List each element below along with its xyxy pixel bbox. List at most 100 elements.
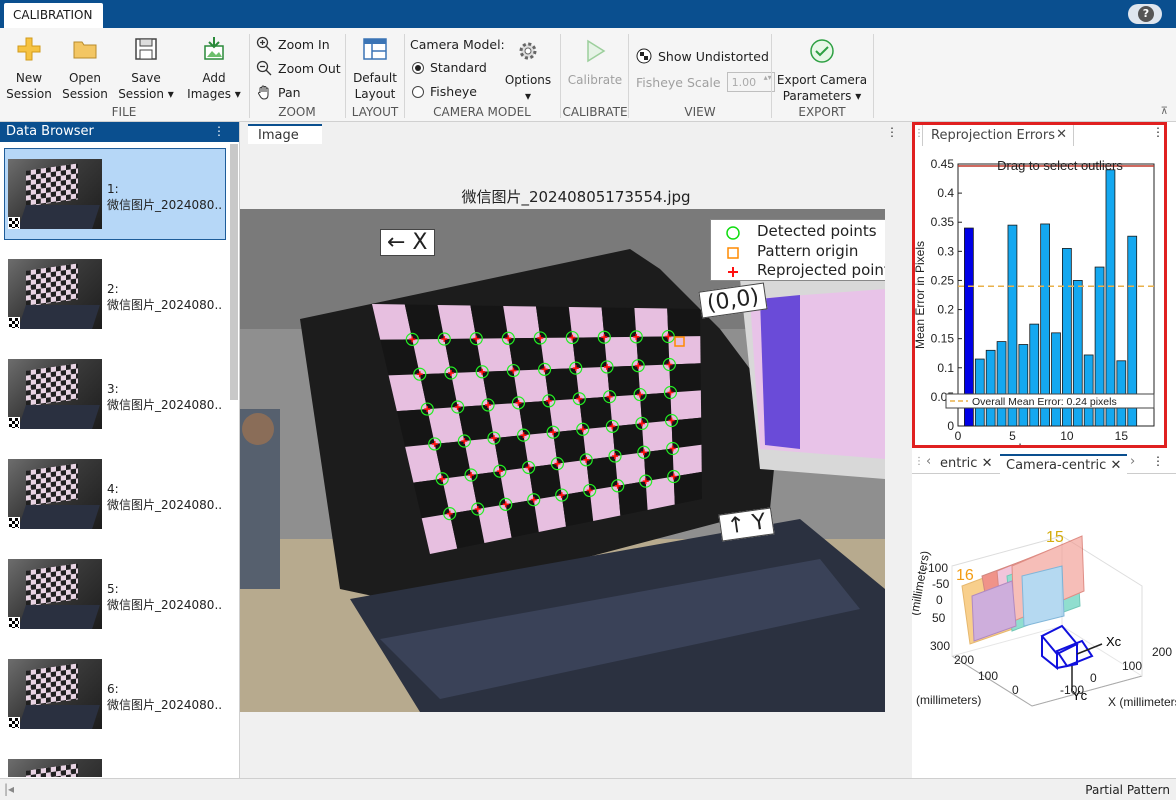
section-export: EXPORT <box>798 105 846 119</box>
thumbnail-label: 2: 微信图片_2024080... <box>107 281 223 313</box>
thumbnail-screen <box>26 663 78 707</box>
close-icon[interactable]: ✕ <box>982 456 993 471</box>
chevron-left-icon[interactable]: ‹ <box>926 454 931 469</box>
thumbnail-keyboard <box>18 205 100 229</box>
close-icon[interactable]: ✕ <box>1110 458 1121 473</box>
plus-icon <box>17 37 41 61</box>
data-browser-title: Data Browser <box>6 124 94 139</box>
help-button[interactable]: ? <box>1128 4 1162 24</box>
legend-origin: Pattern origin <box>757 242 859 260</box>
y-axis-label: Mean Error in Pixels <box>913 241 927 349</box>
collapse-left-icon[interactable]: |◂ <box>4 782 14 796</box>
close-icon[interactable]: ✕ <box>1056 127 1067 142</box>
x-axis-label: Images <box>1018 441 1057 448</box>
camera-centric-3d-plot[interactable]: Xc Yc 16 15 -100 -50 0 50 300 200 100 0 … <box>912 476 1176 776</box>
thumbnail-filename: 微信图片_2024080... <box>107 198 223 212</box>
radio-standard[interactable]: Standard <box>412 60 487 75</box>
tab-calibration[interactable]: CALIBRATION <box>4 3 103 28</box>
more-options-icon[interactable]: ⋮ <box>213 124 225 138</box>
thumbnail-screen <box>26 463 78 507</box>
thumbnail-item[interactable]: 6: 微信图片_2024080... <box>4 648 226 740</box>
thumbnail-filename: 微信图片_2024080... <box>107 598 223 612</box>
tick-z: 200 <box>954 653 974 667</box>
zoom-out-button[interactable]: Zoom Out <box>256 60 341 76</box>
default-layout-button[interactable]: Default Layout <box>350 36 400 102</box>
chevron-right-icon[interactable]: › <box>1130 454 1135 469</box>
thumbnail-item[interactable]: 5: 微信图片_2024080... <box>4 548 226 640</box>
plus-marker-icon <box>728 267 738 277</box>
save-session-button[interactable]: Save Session ▾ <box>116 36 176 102</box>
checker-square <box>536 306 573 338</box>
thumbnail-item[interactable]: 4: 微信图片_2024080... <box>4 448 226 540</box>
radio-fisheye-dot[interactable] <box>412 85 424 98</box>
section-zoom: ZOOM <box>278 105 316 119</box>
fisheye-scale-input[interactable]: 1.00 <box>726 72 775 92</box>
new-session-button[interactable]: New Session <box>6 36 52 102</box>
scrollbar[interactable] <box>230 144 238 400</box>
checker-square <box>673 471 702 505</box>
open-session-button[interactable]: Open Session <box>60 36 110 102</box>
more-options-icon[interactable]: ⋮ <box>1152 454 1164 468</box>
more-options-icon[interactable]: ⋮ <box>886 125 898 139</box>
tab-pattern-centric[interactable]: entric ✕ <box>934 454 999 474</box>
checker-icon <box>636 48 652 64</box>
drag-handle-icon[interactable]: ⋮ <box>914 456 924 467</box>
radio-standard-dot[interactable] <box>412 61 424 74</box>
checker-square <box>568 307 605 338</box>
zoom-out-label: Zoom Out <box>278 60 341 76</box>
thumbnail-keyboard <box>18 605 100 629</box>
thumbnail-item[interactable]: 1: 微信图片_2024080... <box>4 148 226 240</box>
pattern-badge-icon <box>8 317 20 329</box>
more-options-icon[interactable]: ⋮ <box>1152 125 1164 139</box>
tab-reprojection-errors[interactable]: Reprojection Errors ✕ <box>922 124 1074 146</box>
add-images-button[interactable]: Add Images ▾ <box>184 36 244 102</box>
add-images-label-2: Images ▾ <box>187 87 241 101</box>
error-bar <box>996 341 1007 427</box>
thumbnail-index: 6: <box>107 682 119 696</box>
xc-axis-label: Xc <box>1106 634 1122 649</box>
legend-detected: Detected points <box>757 222 877 240</box>
zoom-in-button[interactable]: Zoom In <box>256 36 330 52</box>
export-camera-parameters-button[interactable]: Export Camera Parameters ▾ <box>776 38 868 104</box>
legend-reprojected: Reprojected points <box>757 261 885 279</box>
radio-fisheye[interactable]: Fisheye <box>412 84 477 99</box>
options-button[interactable]: Options ▾ <box>502 38 554 104</box>
tab-camera-centric[interactable]: Camera-centric ✕ <box>1000 454 1128 474</box>
ribbon: New Session Open Session Save Session ▾ … <box>0 28 1176 122</box>
show-undistorted-button[interactable]: Show Undistorted <box>636 48 769 64</box>
status-text: Partial Pattern <box>1085 783 1170 797</box>
calibration-image[interactable]: Detected points Pattern origin Reproject… <box>240 209 885 712</box>
thumbnail-item[interactable]: 2: 微信图片_2024080... <box>4 248 226 340</box>
error-bar <box>985 349 996 427</box>
question-icon: ? <box>1138 6 1154 22</box>
error-bar <box>1029 323 1040 427</box>
thumbnail-item[interactable] <box>4 748 226 778</box>
thumbnail-label: 1: 微信图片_2024080... <box>107 181 223 213</box>
thumbnail-screen <box>26 563 78 607</box>
reprojection-chart[interactable]: 00.050.10.150.20.250.30.350.40.450 5 10 15D… <box>912 148 1176 448</box>
tab-image[interactable]: Image <box>248 124 322 144</box>
save-disk-icon <box>135 38 157 60</box>
divider <box>873 34 874 118</box>
thumbnail-item[interactable]: 3: 微信图片_2024080... <box>4 348 226 440</box>
zoom-in-label: Zoom In <box>278 36 330 52</box>
collapse-ribbon-icon[interactable]: ⊼ <box>1161 106 1168 117</box>
add-images-label: Add <box>202 71 226 85</box>
checker-square <box>601 307 637 338</box>
x-direction-label: ← X <box>380 229 435 256</box>
calibrate-button[interactable]: Calibrate <box>566 38 624 88</box>
zoom-in-icon <box>256 36 272 52</box>
error-bar <box>1051 332 1061 427</box>
error-bar <box>1083 354 1094 427</box>
tick-x: 0 <box>1090 671 1097 685</box>
radio-standard-label: Standard <box>430 60 487 75</box>
title-bar: CALIBRATION ? <box>0 0 1176 28</box>
thumbnail-filename: 微信图片_2024080... <box>107 498 223 512</box>
thumbnail-index: 4: <box>107 482 119 496</box>
x-tick-label: 5 <box>1009 429 1016 443</box>
pattern-badge-icon <box>8 417 20 429</box>
tick-z: 300 <box>930 639 950 653</box>
section-calibrate: CALIBRATE <box>562 105 628 119</box>
pan-button[interactable]: Pan <box>256 84 301 100</box>
drag-hint: Drag to select outliers <box>997 158 1123 173</box>
